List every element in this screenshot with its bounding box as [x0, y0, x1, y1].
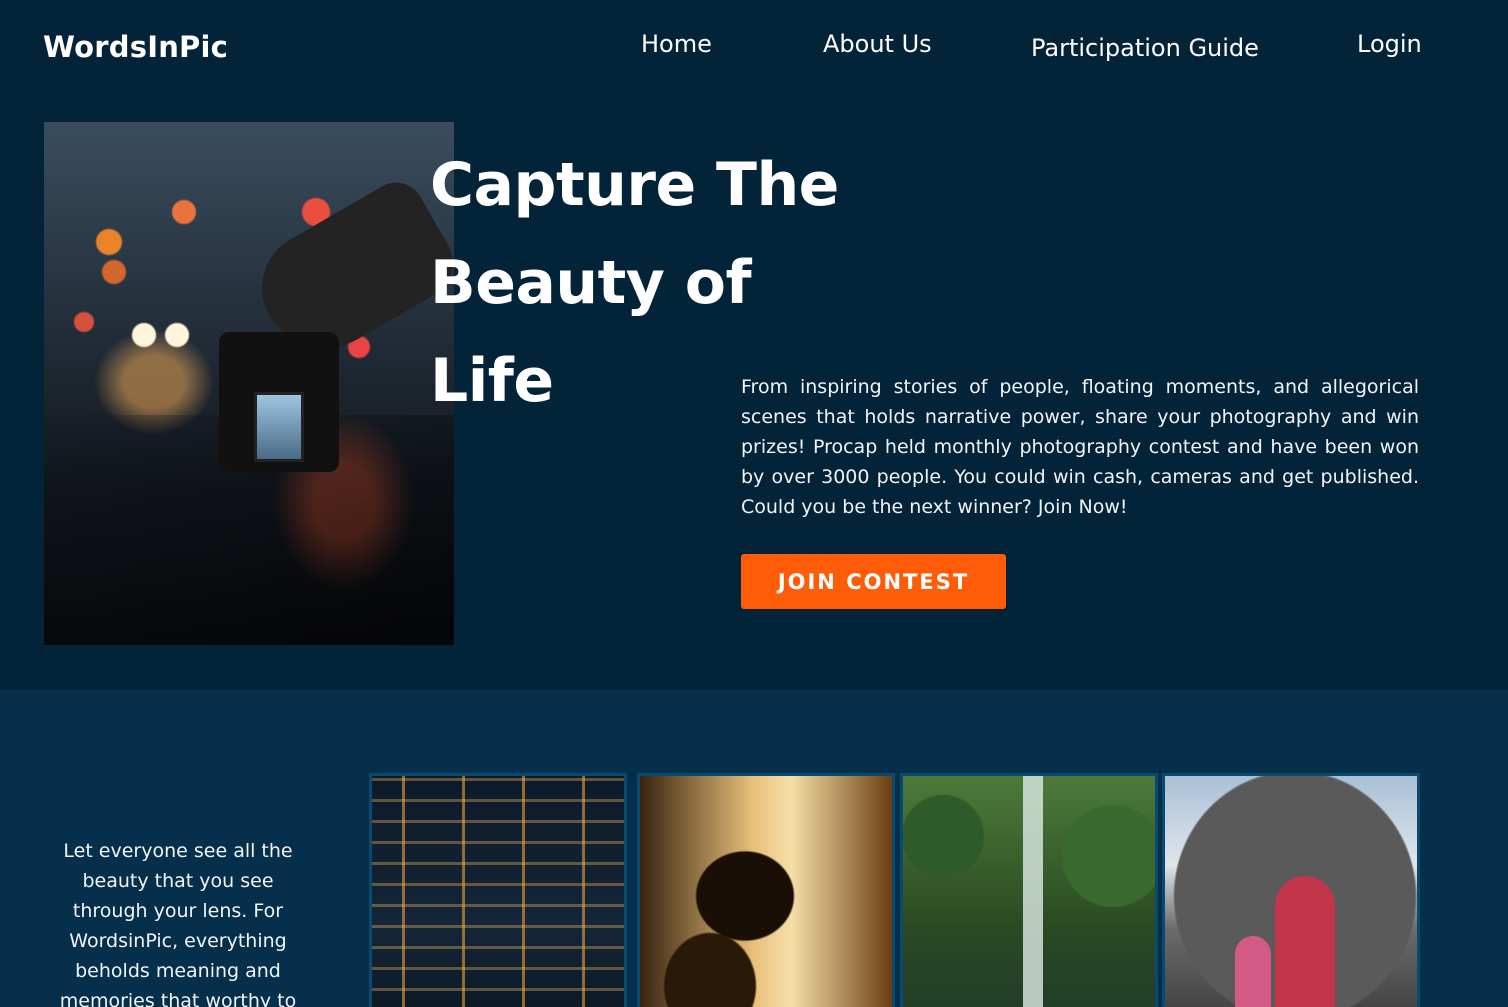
gallery-photo-waterfall[interactable]: [900, 773, 1158, 1007]
photo-person: [1275, 876, 1335, 1007]
nav-home[interactable]: Home: [641, 30, 712, 58]
photo-child: [1235, 936, 1271, 1007]
join-contest-button[interactable]: JOIN CONTEST: [741, 554, 1006, 609]
photo-camera-screen: [254, 392, 304, 462]
hero-description: From inspiring stories of people, floati…: [741, 376, 1419, 518]
gallery-photo-silhouette[interactable]: [637, 773, 895, 1007]
nav-login[interactable]: Login: [1357, 30, 1422, 58]
nav-about-us[interactable]: About Us: [823, 30, 932, 58]
hero-section: WordsInPic Home About Us Participation G…: [0, 0, 1508, 690]
gallery-text: Let everyone see all the beauty that you…: [59, 840, 297, 1007]
gallery-photo-city[interactable]: [369, 773, 627, 1007]
hero-photo: [44, 122, 454, 645]
gallery-photo-tent[interactable]: [1162, 773, 1420, 1007]
brand-logo[interactable]: WordsInPic: [43, 30, 228, 64]
nav-participation-guide[interactable]: Participation Guide: [1031, 34, 1259, 62]
